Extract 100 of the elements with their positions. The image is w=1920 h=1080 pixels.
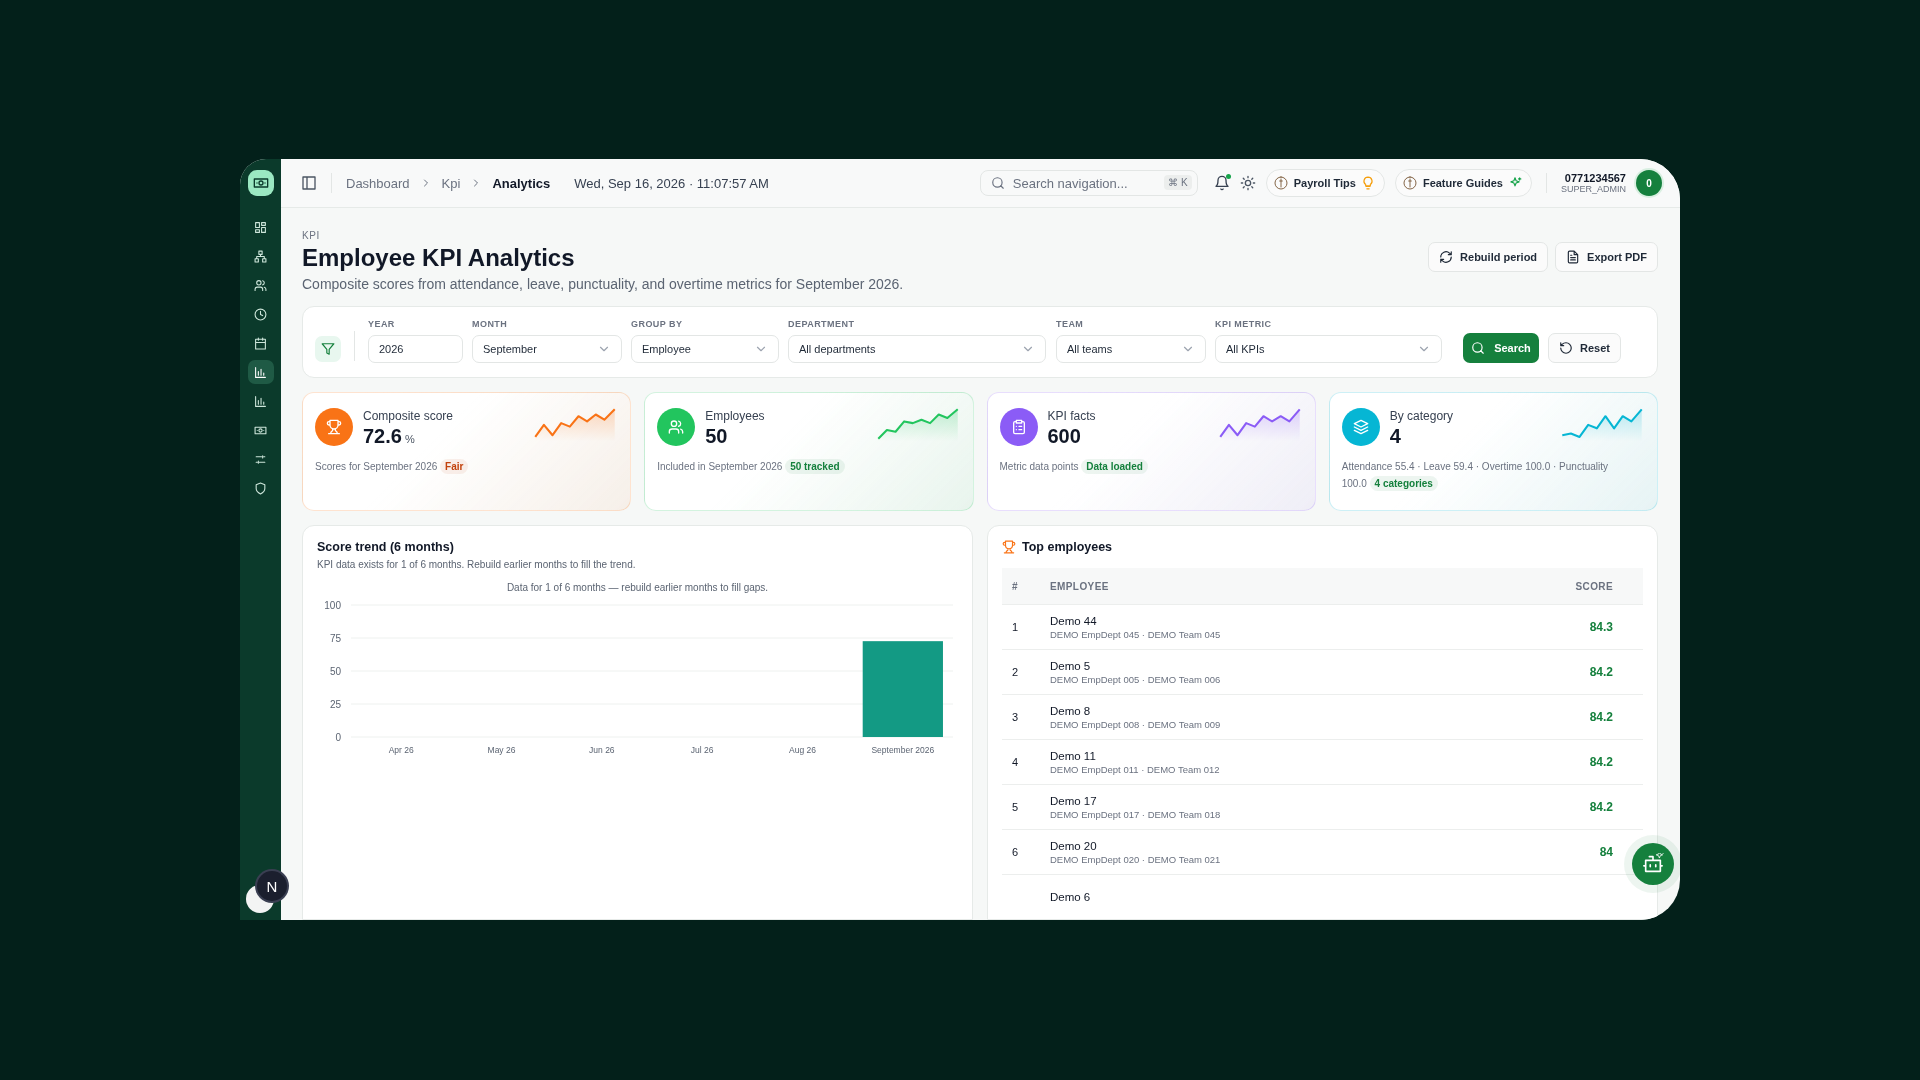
tips-button[interactable]: Payroll Tips xyxy=(1265,169,1385,197)
employee-detail: DEMO EmpDept 045 · DEMO Team 045 xyxy=(1050,628,1222,640)
field-label: GROUP BY xyxy=(631,319,684,329)
select-field[interactable]: All teams xyxy=(1056,335,1206,363)
dev-badge[interactable]: N xyxy=(257,871,287,901)
sidebar-toggle-icon[interactable] xyxy=(301,175,317,191)
search-icon xyxy=(990,176,1005,190)
calendar-icon xyxy=(254,336,267,350)
employee-name: Demo 44 xyxy=(1050,614,1098,627)
rank-cell: 3 xyxy=(1012,711,1019,723)
tips-button[interactable]: Feature Guides xyxy=(1394,169,1532,197)
employee-detail: DEMO EmpDept 005 · DEMO Team 006 xyxy=(1050,673,1222,685)
status-badge: 4 categories xyxy=(1369,476,1438,491)
axis-label: September 2026 xyxy=(871,745,935,755)
user-avatar[interactable]: 0 xyxy=(1636,170,1662,196)
field-label: TEAM xyxy=(1056,319,1085,329)
reset-button[interactable]: Reset xyxy=(1548,333,1621,363)
year-input[interactable]: 2026 xyxy=(368,335,463,363)
date-time: Wed, Sep 16, 2026 · 11:07:57 AM xyxy=(574,175,769,191)
field-label: DEPARTMENT xyxy=(788,319,856,329)
employee-name: Demo 11 xyxy=(1050,749,1097,762)
page-subtitle: Composite scores from attendance, leave, punctuality, and overtime metrics for September 2026. xyxy=(302,276,904,292)
trophy-icon xyxy=(1002,540,1016,554)
axis-label: Aug 26 xyxy=(789,745,816,755)
chart-note: Data for 1 of 6 months — rebuild earlier months to fill gaps. xyxy=(505,582,770,593)
stat-title: Employees xyxy=(705,409,766,423)
field-label: YEAR xyxy=(368,319,396,329)
stat-title: By category xyxy=(1389,409,1455,423)
score-cell: 84.3 xyxy=(1589,620,1613,634)
select-field[interactable]: All KPIs xyxy=(1215,335,1442,363)
stat-caption: Metric data points Data loaded xyxy=(999,458,1303,475)
layers-icon xyxy=(1352,419,1369,435)
section-label: KPI xyxy=(302,230,321,241)
employee-detail: DEMO EmpDept 017 · DEMO Team 018 xyxy=(1050,808,1222,820)
employee-name: Demo 8 xyxy=(1050,704,1092,717)
axis-tick: 50 xyxy=(329,666,341,677)
status-badge: Data loaded xyxy=(1081,459,1148,474)
search-icon xyxy=(1471,341,1486,355)
sliders-icon xyxy=(254,452,267,466)
shortcut-hint: ⌘ K xyxy=(1164,175,1192,190)
filter-icon xyxy=(315,336,341,362)
column-header: EMPLOYEE xyxy=(1049,568,1474,605)
document-icon xyxy=(1566,250,1581,264)
refresh-icon xyxy=(1439,250,1454,264)
banknote-icon xyxy=(252,175,269,191)
app-logo[interactable] xyxy=(247,170,274,196)
axis-label: Jun 26 xyxy=(589,745,615,755)
rank-cell: 5 xyxy=(1012,801,1019,813)
notification-button[interactable] xyxy=(1213,175,1230,191)
stat-value: 72.6% xyxy=(363,425,416,448)
column-header: # xyxy=(1002,568,1049,605)
score-cell: 84 xyxy=(1599,845,1613,859)
stat-title: Composite score xyxy=(363,409,455,423)
panel-title: Top employees xyxy=(1022,540,1113,554)
assistant-button[interactable] xyxy=(1632,843,1674,885)
status-badge: Fair xyxy=(440,459,469,474)
axis-tick: 0 xyxy=(335,732,341,743)
network-icon xyxy=(254,249,267,263)
select-field[interactable]: September xyxy=(472,335,622,363)
axis-label: May 26 xyxy=(487,745,516,755)
search-button[interactable]: Search xyxy=(1463,333,1539,363)
panel-subtitle: KPI data exists for 1 of 6 months. Rebuild earlier months to fill the trend. xyxy=(317,559,637,570)
figure-icon xyxy=(1401,175,1418,191)
figure-icon xyxy=(1272,175,1289,191)
employee-name: Demo 20 xyxy=(1050,839,1098,852)
score-cell: 84.2 xyxy=(1589,800,1613,814)
stat-title: KPI facts xyxy=(1047,409,1097,423)
sidebar-item[interactable] xyxy=(247,360,274,384)
sun-icon[interactable] xyxy=(1239,175,1256,191)
bar-chart-icon xyxy=(254,365,267,379)
bell-icon xyxy=(1213,175,1230,191)
bar-chart-icon xyxy=(254,394,267,408)
employee-detail: DEMO EmpDept 008 · DEMO Team 009 xyxy=(1050,718,1222,730)
select-field[interactable]: All departments xyxy=(788,335,1046,363)
axis-tick: 75 xyxy=(329,633,341,644)
score-cell: 84.2 xyxy=(1589,755,1613,769)
user-role: SUPER_ADMIN xyxy=(1561,184,1626,195)
reset-icon xyxy=(1559,341,1573,355)
field-label: KPI METRIC xyxy=(1215,319,1273,329)
status-badge: 50 tracked xyxy=(785,459,845,474)
axis-tick: 100 xyxy=(324,600,341,611)
breadcrumb-link[interactable]: Dashboard xyxy=(346,175,410,191)
clock-icon xyxy=(254,307,267,321)
score-cell: 84.2 xyxy=(1589,665,1613,679)
employee-name: Demo 5 xyxy=(1050,659,1092,672)
stat-value: 4 xyxy=(1389,425,1402,448)
page-title: Employee KPI Analytics xyxy=(302,244,576,272)
rank-cell: 2 xyxy=(1012,666,1019,678)
employee-detail: DEMO EmpDept 020 · DEMO Team 021 xyxy=(1050,853,1222,865)
panel-title: Score trend (6 months) xyxy=(317,540,455,554)
breadcrumb-link[interactable]: Kpi xyxy=(441,175,461,191)
clipboard-icon xyxy=(1010,419,1027,435)
grid-icon xyxy=(254,220,267,234)
users-icon xyxy=(668,419,685,435)
export-button[interactable]: Export PDF xyxy=(1555,242,1658,272)
rebuild-button[interactable]: Rebuild period xyxy=(1428,242,1549,272)
select-field[interactable]: Employee xyxy=(631,335,779,363)
stat-caption: Scores for September 2026 Fair xyxy=(315,458,619,475)
stat-value: 50 xyxy=(705,425,729,448)
breadcrumb-link[interactable]: Analytics xyxy=(492,175,551,191)
